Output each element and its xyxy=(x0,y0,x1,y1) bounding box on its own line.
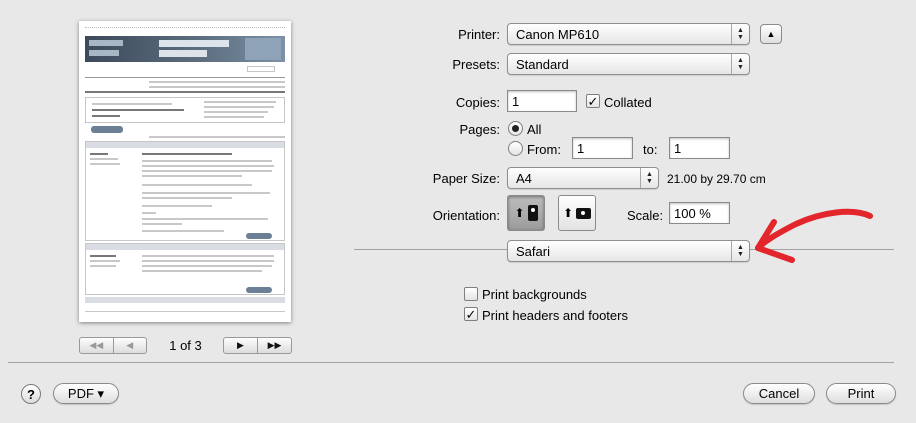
paper-dimensions: 21.00 by 29.70 cm xyxy=(667,172,766,186)
pages-all-label: All xyxy=(527,122,542,137)
disclosure-triangle-icon: ▲ xyxy=(766,29,776,39)
annotation-arrow-icon xyxy=(755,208,873,263)
landscape-person-icon xyxy=(576,207,592,219)
copies-field[interactable]: 1 xyxy=(507,90,577,112)
preview-header-line xyxy=(85,27,285,30)
preview-back-controls: ◀◀ ◀ xyxy=(79,337,147,354)
popup-arrows-icon: ▲ ▼ xyxy=(731,24,749,44)
printer-label: Printer: xyxy=(458,27,500,42)
collated-checkbox[interactable]: ✓ xyxy=(586,94,600,108)
collated-label: Collated xyxy=(604,95,652,110)
paper-size-value: A4 xyxy=(516,170,532,186)
printer-popup[interactable]: Canon MP610 ▲ ▼ xyxy=(507,23,750,45)
radio-selected-icon xyxy=(512,125,519,132)
print-backgrounds-checkbox[interactable] xyxy=(464,287,478,301)
help-button[interactable]: ? xyxy=(21,384,41,404)
pages-range-radio[interactable] xyxy=(508,141,523,156)
presets-label: Presets: xyxy=(452,57,500,72)
page-indicator: 1 of 3 xyxy=(169,338,202,353)
orientation-label: Orientation: xyxy=(432,208,500,223)
preview-banner xyxy=(85,36,285,62)
print-backgrounds-label: Print backgrounds xyxy=(482,287,587,302)
last-page-button[interactable]: ▶▶ xyxy=(257,338,291,353)
popup-arrows-icon: ▲ ▼ xyxy=(640,168,658,188)
print-section-popup[interactable]: Safari ▲ ▼ xyxy=(507,240,750,262)
preview-post-2 xyxy=(85,243,285,295)
preview-forward-controls: ▶ ▶▶ xyxy=(223,337,292,354)
presets-value: Standard xyxy=(516,56,569,72)
up-arrow-icon: ⬆ xyxy=(562,206,574,220)
paper-size-label: Paper Size: xyxy=(432,171,500,186)
print-button[interactable]: Print xyxy=(826,383,896,404)
portrait-person-icon xyxy=(527,205,538,221)
scale-field[interactable]: 100 % xyxy=(669,202,730,224)
help-icon: ? xyxy=(27,386,35,402)
landscape-orientation-button[interactable]: ⬆ xyxy=(558,195,596,231)
pages-from-label: From: xyxy=(527,142,561,157)
print-headers-footers-checkbox[interactable]: ✓ xyxy=(464,307,478,321)
print-headers-footers-label: Print headers and footers xyxy=(482,308,628,323)
cancel-button[interactable]: Cancel xyxy=(743,383,815,404)
disclosure-button[interactable]: ▲ xyxy=(760,24,782,44)
print-preview-page xyxy=(79,21,291,322)
popup-arrows-icon: ▲ ▼ xyxy=(731,54,749,74)
pages-all-radio[interactable] xyxy=(508,121,523,136)
portrait-orientation-button[interactable]: ⬆ xyxy=(507,195,545,231)
copies-label: Copies: xyxy=(455,95,500,110)
popup-arrows-icon: ▲ ▼ xyxy=(731,241,749,261)
check-icon: ✓ xyxy=(465,306,477,322)
section-popup-value: Safari xyxy=(516,243,550,259)
bottom-separator xyxy=(8,362,894,363)
pdf-menu-button[interactable]: PDF ▾ xyxy=(53,383,119,404)
printer-value: Canon MP610 xyxy=(516,26,600,42)
pages-to-label: to: xyxy=(643,142,658,157)
pages-to-field[interactable]: 1 xyxy=(669,137,730,159)
next-page-button[interactable]: ▶ xyxy=(224,338,257,353)
check-icon: ✓ xyxy=(587,93,599,109)
pages-from-field[interactable]: 1 xyxy=(572,137,633,159)
first-page-button[interactable]: ◀◀ xyxy=(80,338,113,353)
pages-label: Pages: xyxy=(459,122,500,137)
previous-page-button[interactable]: ◀ xyxy=(112,338,147,353)
scale-label: Scale: xyxy=(627,208,664,223)
paper-size-popup[interactable]: A4 ▲ ▼ xyxy=(507,167,659,189)
presets-popup[interactable]: Standard ▲ ▼ xyxy=(507,53,750,75)
preview-breadcrumb-box xyxy=(85,97,285,123)
up-arrow-icon: ⬆ xyxy=(514,206,525,220)
preview-post-1 xyxy=(85,141,285,241)
